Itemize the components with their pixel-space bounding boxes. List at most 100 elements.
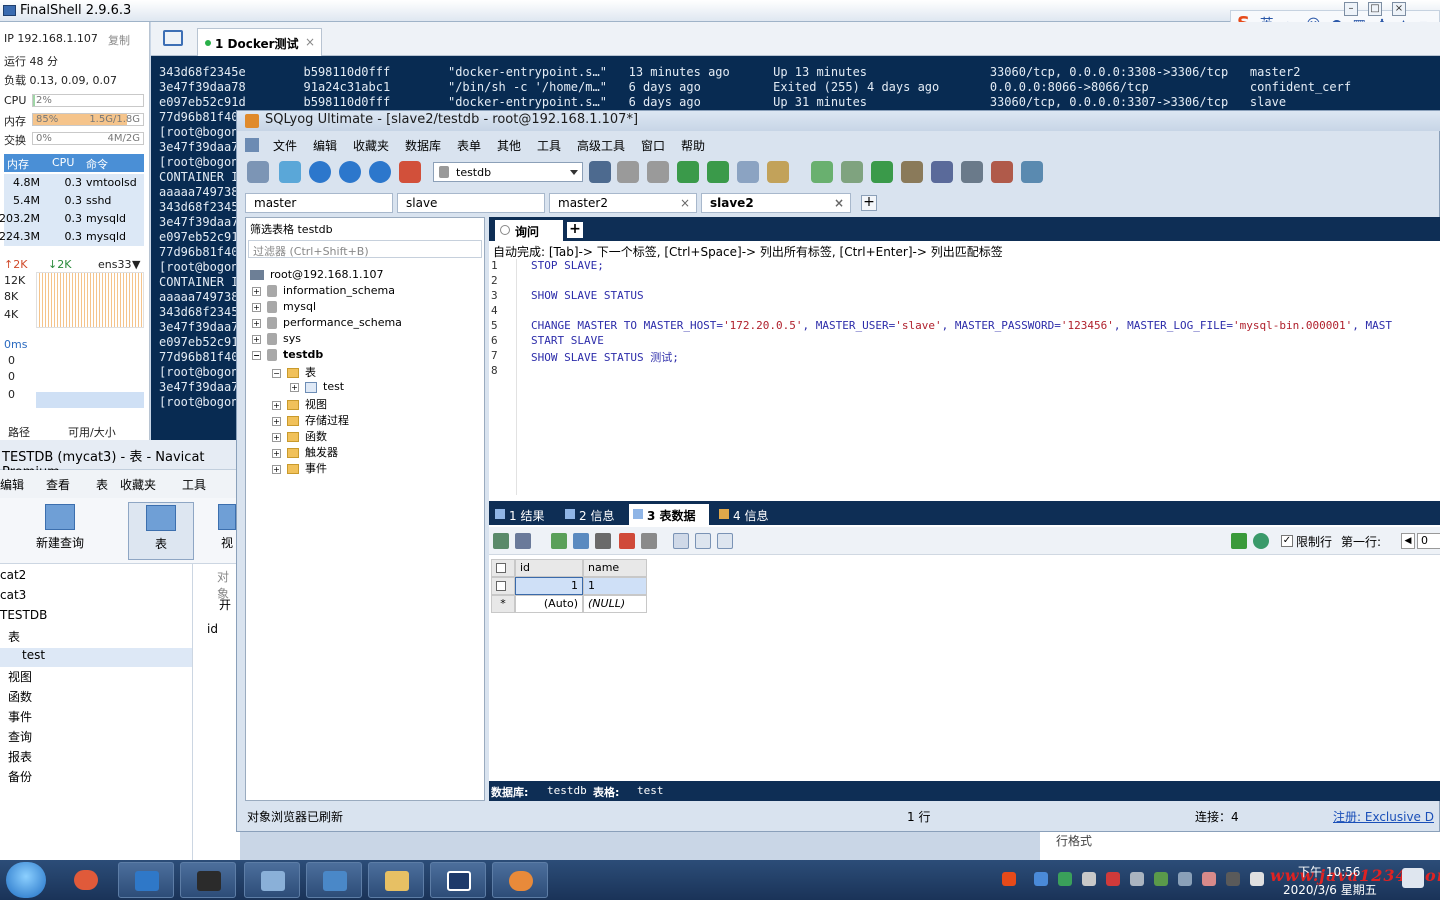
export-icon[interactable] [493, 533, 509, 549]
filter-input[interactable]: 过滤器 (Ctrl+Shift+B) [248, 240, 482, 258]
refresh-icon[interactable] [1253, 533, 1269, 549]
antivirus-tray-icon[interactable] [1106, 872, 1120, 886]
create-db-icon[interactable] [617, 161, 639, 183]
gpu-tray-icon[interactable] [1226, 872, 1240, 886]
tab-info2[interactable]: 4 信息 [715, 504, 777, 525]
taskbar-app[interactable] [430, 862, 486, 898]
taskbar-app[interactable] [180, 862, 236, 898]
connect-icon[interactable] [247, 161, 269, 183]
minimize-button[interactable]: – [1344, 2, 1358, 16]
export-icon[interactable] [677, 161, 699, 183]
execute-icon[interactable] [309, 161, 331, 183]
tree-db[interactable]: + sys [252, 332, 301, 348]
tab-query[interactable]: 询问 [495, 220, 563, 241]
tab-slave2[interactable]: slave2 × [701, 193, 851, 213]
menu-table[interactable]: 表 [96, 476, 108, 493]
clock-date[interactable]: 2020/3/6 星期五 [1283, 881, 1377, 898]
table-cell[interactable]: (NULL) [583, 595, 647, 613]
tab-master2[interactable]: master2 × [549, 193, 697, 213]
menu-view[interactable]: 查看 [46, 476, 70, 493]
menu-file[interactable]: 文件 [273, 137, 297, 154]
tree-db[interactable]: + mysql [252, 300, 316, 316]
tab-slave[interactable]: slave [397, 193, 545, 213]
folder-icon[interactable] [163, 30, 183, 46]
database-select[interactable]: testdb [433, 162, 583, 182]
text-view-icon[interactable] [717, 533, 733, 549]
tree-folder[interactable]: + 函数 [272, 428, 327, 444]
close-icon[interactable]: × [834, 196, 844, 210]
menu-edit[interactable]: 编辑 [313, 137, 337, 154]
prev-page-button[interactable]: ◀ [1401, 533, 1415, 549]
diagram-icon[interactable] [1021, 161, 1043, 183]
tree-node[interactable]: 表 [8, 628, 20, 647]
tree-folder[interactable]: + 触发器 [272, 444, 338, 460]
tab-table-data[interactable]: 3 表数据 [629, 504, 709, 525]
start-button[interactable] [6, 862, 46, 898]
expand-icon[interactable]: + [272, 432, 281, 442]
column-header-name[interactable]: name [583, 559, 647, 577]
new-connection-icon[interactable] [279, 161, 301, 183]
delete-icon[interactable] [619, 533, 635, 549]
usb-tray-icon[interactable] [1178, 872, 1192, 886]
select-all-cell[interactable] [491, 559, 515, 577]
tree-node[interactable]: TESTDB [0, 608, 47, 627]
chat-tray-icon[interactable] [1202, 872, 1216, 886]
menu-database[interactable]: 数据库 [405, 137, 441, 154]
expand-icon[interactable]: + [272, 464, 281, 474]
tab-info[interactable]: 2 信息 [561, 504, 623, 525]
tree-folder[interactable]: + 事件 [272, 460, 327, 476]
menu-favorites[interactable]: 收藏夹 [120, 476, 156, 493]
collapse-icon[interactable]: − [272, 368, 281, 378]
tab-docker[interactable]: 1 Docker测试 × [197, 28, 322, 56]
menu-favorites[interactable]: 收藏夹 [353, 137, 389, 154]
limit-rows-checkbox[interactable]: ✓ [1281, 535, 1293, 547]
migration-icon[interactable] [901, 161, 923, 183]
expand-icon[interactable]: + [252, 302, 261, 312]
row-checkbox[interactable] [496, 581, 506, 591]
clock-time[interactable]: 下午 10:56 [1298, 863, 1360, 880]
stop-icon[interactable] [399, 161, 421, 183]
sql-editor[interactable]: STOP SLAVE; SHOW SLAVE STATUS CHANGE MAS… [489, 259, 1440, 495]
open-label[interactable]: 开 [219, 596, 231, 613]
filter-icon[interactable] [1231, 533, 1247, 549]
grid-view-icon[interactable] [673, 533, 689, 549]
row-selector[interactable] [491, 577, 515, 595]
security-tray-icon[interactable] [1058, 872, 1072, 886]
duplicate-row-icon[interactable] [573, 533, 589, 549]
tree-db-selected[interactable]: − testdb [252, 348, 323, 364]
tree-node[interactable]: cat2 [0, 568, 26, 587]
process-row[interactable]: 224.3M 0.3 mysqld [0, 228, 144, 246]
add-query-tab-button[interactable]: + [567, 222, 583, 238]
cancel-icon[interactable] [641, 533, 657, 549]
taskbar-app[interactable] [492, 862, 548, 898]
tree-node[interactable]: 函数 [8, 688, 32, 707]
expand-icon[interactable]: + [252, 318, 261, 328]
taskbar-app[interactable] [58, 862, 114, 898]
execute-all-icon[interactable] [339, 161, 361, 183]
tree-folder[interactable]: − 表 [272, 364, 316, 380]
sync-icon[interactable] [871, 161, 893, 183]
expand-icon[interactable]: + [272, 448, 281, 458]
designer-icon[interactable] [991, 161, 1013, 183]
sogou-tray-icon[interactable] [1002, 872, 1016, 886]
close-icon[interactable]: × [680, 196, 690, 210]
add-row-icon[interactable] [551, 533, 567, 549]
process-row[interactable]: 5.4M 0.3 sshd [4, 192, 144, 210]
schema-icon[interactable] [767, 161, 789, 183]
tree-node[interactable]: 报表 [8, 748, 32, 767]
volume-icon[interactable] [1250, 872, 1264, 886]
tree-root[interactable]: root@192.168.1.107 [250, 268, 384, 284]
menu-help[interactable]: 帮助 [681, 137, 705, 154]
expand-icon[interactable]: + [290, 382, 299, 392]
expand-icon[interactable]: + [272, 416, 281, 426]
net-iface[interactable]: ens33 [98, 258, 131, 271]
menu-tools[interactable]: 工具 [537, 137, 561, 154]
user-manager-icon[interactable] [589, 161, 611, 183]
copy-link[interactable]: 复制 [108, 32, 130, 48]
col-mem[interactable]: 内存 [7, 156, 29, 172]
table-cell[interactable]: 1 [583, 577, 647, 595]
first-row-input[interactable]: 0 [1417, 533, 1440, 549]
table-cell[interactable]: (Auto) [515, 595, 583, 613]
col-cpu[interactable]: CPU [52, 156, 74, 169]
tree-node[interactable]: 视图 [8, 668, 32, 687]
